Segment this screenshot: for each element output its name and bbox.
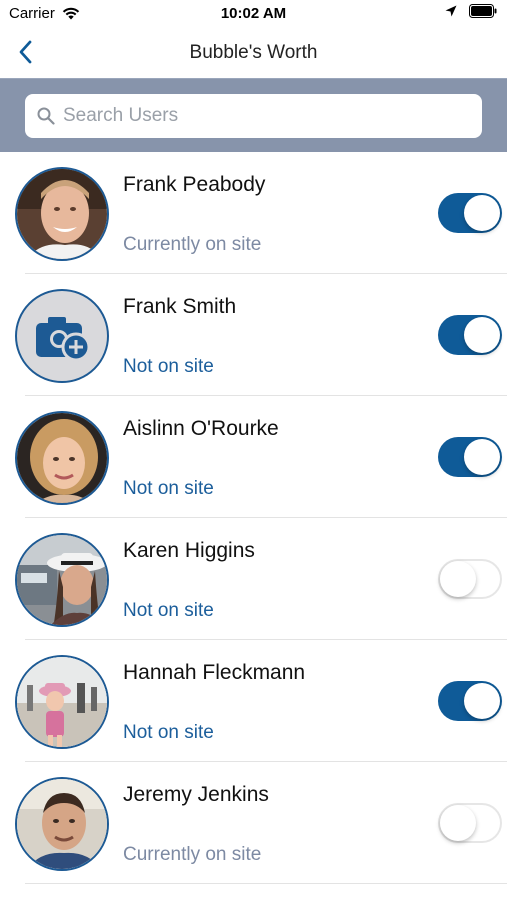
user-list: Frank Peabody Currently on site Frank Sm… [0,152,507,884]
avatar [15,167,109,261]
user-name: Aislinn O'Rourke [123,417,279,440]
list-item[interactable]: Jeremy Jenkins Currently on site [0,762,507,884]
user-status: Currently on site [123,234,262,255]
user-name: Frank Smith [123,295,237,318]
search-input[interactable] [63,105,463,127]
on-site-toggle[interactable] [438,315,502,355]
divider [25,883,507,884]
on-site-toggle[interactable] [438,193,502,233]
on-site-toggle[interactable] [438,437,502,477]
toggle-knob [464,195,500,231]
page-title: Bubble's Worth [189,42,318,63]
user-status: Currently on site [123,844,262,865]
status-right [445,4,497,18]
list-item[interactable]: Frank Peabody Currently on site [0,152,507,274]
nav-bar: Bubble's Worth [0,28,507,78]
toggle-knob [464,683,500,719]
status-time: 10:02 AM [220,5,287,22]
avatar[interactable] [15,289,109,383]
avatar [15,411,109,505]
on-site-toggle[interactable] [438,803,502,843]
list-item[interactable]: Hannah Fleckmann Not on site [0,640,507,762]
user-name: Frank Peabody [123,173,266,196]
list-item[interactable]: Karen Higgins Not on site [0,518,507,640]
user-name: Jeremy Jenkins [123,783,269,806]
toggle-knob [440,561,476,597]
battery-icon [469,4,497,18]
location-arrow-icon [445,5,457,17]
list-item[interactable]: Aislinn O'Rourke Not on site [0,396,507,518]
user-status: Not on site [123,722,214,743]
user-name: Hannah Fleckmann [123,661,306,684]
toggle-knob [440,805,476,841]
user-status: Not on site [123,478,214,499]
user-status: Not on site [123,356,214,377]
avatar [15,655,109,749]
user-name: Karen Higgins [123,539,255,562]
search-bar-container [0,78,507,152]
list-item[interactable]: Frank Smith Not on site [0,274,507,396]
user-status: Not on site [123,600,214,621]
toggle-knob [464,317,500,353]
search-box[interactable] [25,94,482,138]
on-site-toggle[interactable] [438,681,502,721]
search-icon [37,107,55,125]
avatar [15,777,109,871]
status-bar: Carrier 10:02 AM [0,0,507,28]
toggle-knob [464,439,500,475]
add-photo-icon [36,317,91,362]
avatar [15,533,109,627]
on-site-toggle[interactable] [438,559,502,599]
